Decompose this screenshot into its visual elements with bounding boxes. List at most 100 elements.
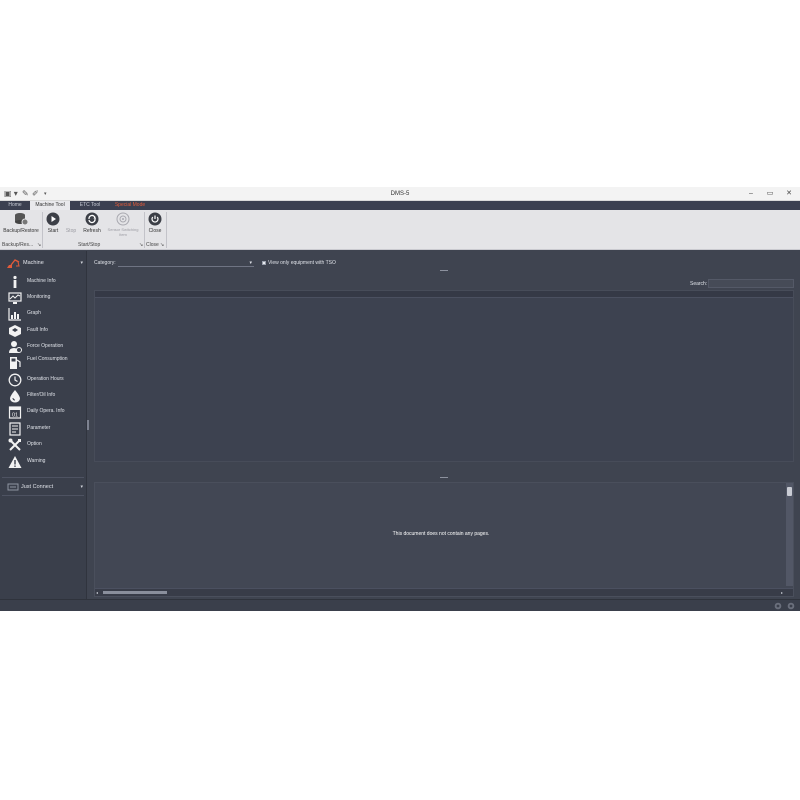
sidebar-item-daily-opera-info[interactable]: 01 Daily Opera. Info	[0, 404, 86, 420]
scrollbar-thumb[interactable]	[787, 487, 792, 496]
start-button[interactable]: Start	[44, 212, 62, 234]
sidebar-item-operation-hours[interactable]: Operation Hours	[0, 372, 86, 388]
sidebar-item-warning[interactable]: Warning	[0, 454, 86, 470]
sidebar-item-label: Monitoring	[27, 294, 51, 300]
sidebar-item-label: Fuel Consumption	[27, 356, 68, 362]
category-select[interactable]: ▾	[118, 259, 254, 267]
group-label-backup: Backup/Res...	[2, 242, 34, 248]
app-window: ▣ ▾ ✎ ✐ ▾ DMS-5 – ▭ ✕ Home Machine Tool …	[0, 187, 800, 611]
warning-icon	[8, 456, 22, 468]
close-window-button[interactable]: ✕	[782, 189, 796, 199]
document-viewer[interactable]: This document does not contain any pages…	[94, 482, 794, 597]
force-operation-icon	[9, 341, 22, 353]
info-icon	[13, 275, 17, 288]
tso-checkbox[interactable]	[262, 261, 266, 265]
svg-text:01: 01	[12, 413, 18, 419]
tab-machine-tool[interactable]: Machine Tool	[30, 201, 70, 210]
database-backup-icon	[15, 213, 28, 226]
sidebar-item-label: Graph	[27, 310, 41, 316]
sidebar-item-label: Fault Info	[27, 327, 48, 333]
backup-restore-label: Backup/Restore	[3, 228, 39, 234]
category-label: Category:	[94, 260, 116, 266]
sidebar-item-parameter[interactable]: Parameter	[0, 421, 86, 437]
machine-group-label: Machine	[23, 260, 44, 266]
refresh-button[interactable]: Refresh	[81, 212, 103, 234]
settings-status-icon[interactable]	[774, 602, 782, 610]
just-connect-group-header[interactable]: Just Connect ▾	[2, 481, 85, 493]
tso-checkbox-label: View only equipment with TSO	[268, 260, 336, 266]
sidebar-item-filter-oil-info[interactable]: Filter/Oil Info	[0, 388, 86, 404]
sidebar-item-label: Option	[27, 441, 42, 447]
title-bar: ▣ ▾ ✎ ✐ ▾ DMS-5 – ▭ ✕	[0, 187, 800, 201]
panel-resize-handle[interactable]	[440, 477, 448, 478]
group-launcher-icon[interactable]: ↘	[139, 242, 143, 248]
group-separator	[42, 212, 43, 248]
window-title: DMS-5	[390, 191, 410, 197]
sensor-switching-button[interactable]: Sensor Switching Item	[104, 212, 142, 237]
sidebar-item-monitoring[interactable]: Monitoring	[0, 290, 86, 306]
power-icon	[148, 212, 162, 226]
scroll-left-icon[interactable]: ◂	[96, 590, 98, 596]
group-label-close: Close	[146, 242, 159, 248]
sidebar-item-option[interactable]: Option	[0, 437, 86, 453]
sidebar: Machine ▾ Machine Info Monitoring Graph …	[0, 251, 87, 599]
backup-restore-button[interactable]: Backup/Restore	[2, 212, 40, 234]
sidebar-divider	[2, 477, 84, 478]
minimize-button[interactable]: –	[744, 189, 758, 199]
sidebar-item-label: Force Operation	[27, 343, 64, 349]
grid-header	[95, 291, 793, 298]
chevron-down-icon[interactable]: ▾	[249, 259, 252, 267]
just-connect-label: Just Connect	[21, 484, 54, 490]
group-launcher-icon[interactable]: ↘	[160, 242, 164, 248]
tab-etc-tool[interactable]: ETC Tool	[74, 201, 106, 210]
sidebar-item-force-operation[interactable]: Force Operation	[0, 339, 86, 355]
refresh-label: Refresh	[83, 228, 101, 234]
search-label: Search:	[690, 281, 708, 287]
sidebar-item-label: Daily Opera. Info	[27, 408, 65, 414]
parameter-icon	[9, 422, 21, 436]
fuel-pump-icon	[10, 357, 21, 369]
equipment-grid[interactable]	[94, 290, 794, 462]
tab-home[interactable]: Home	[0, 201, 30, 210]
close-label: Close	[148, 228, 162, 234]
search-input[interactable]	[708, 279, 794, 288]
scroll-right-icon[interactable]: ▸	[781, 590, 783, 596]
sidebar-item-fault-info[interactable]: Fault Info	[0, 323, 86, 339]
help-status-icon[interactable]	[787, 602, 795, 610]
vertical-scrollbar[interactable]	[786, 483, 793, 586]
chevron-down-icon[interactable]: ▾	[80, 483, 83, 491]
sidebar-item-label: Filter/Oil Info	[27, 392, 56, 398]
ribbon-tabs: Home Machine Tool ETC Tool Special Mode	[0, 201, 800, 210]
chevron-down-icon[interactable]: ▾	[80, 259, 83, 267]
tools-icon	[8, 438, 21, 451]
group-separator	[144, 212, 145, 248]
play-icon	[46, 212, 60, 226]
sidebar-item-machine-info[interactable]: Machine Info	[0, 274, 86, 290]
machine-group-header[interactable]: Machine ▾	[2, 257, 85, 269]
clock-icon	[8, 373, 22, 387]
scrollbar-thumb[interactable]	[103, 591, 167, 594]
sidebar-splitter-handle[interactable]	[87, 420, 89, 430]
ribbon: Backup/Restore Start Stop Refresh Sensor…	[0, 210, 800, 250]
sidebar-item-label: Parameter	[27, 425, 51, 431]
fault-icon	[9, 325, 21, 337]
tab-special-mode[interactable]: Special Mode	[110, 201, 150, 210]
status-bar	[0, 599, 800, 611]
sidebar-item-graph[interactable]: Graph	[0, 306, 86, 322]
sidebar-item-fuel-consumption[interactable]: Fuel Consumption	[0, 355, 86, 371]
stop-icon	[64, 212, 78, 226]
maximize-button[interactable]: ▭	[763, 189, 777, 199]
sensor-switching-label: Sensor Switching Item	[107, 227, 139, 237]
refresh-icon	[85, 212, 99, 226]
stop-button[interactable]: Stop	[64, 212, 78, 234]
stop-label: Stop	[65, 228, 77, 234]
close-button[interactable]: Close	[146, 212, 164, 234]
panel-resize-handle[interactable]	[440, 270, 448, 271]
group-launcher-icon[interactable]: ↘	[37, 242, 41, 248]
graph-icon	[8, 308, 21, 321]
horizontal-scrollbar[interactable]: ◂ ▸	[95, 588, 793, 596]
monitoring-icon	[8, 292, 22, 304]
sidebar-item-label: Machine Info	[27, 278, 56, 284]
sidebar-divider	[2, 495, 84, 496]
main-panel: Category: ▾ View only equipment with TSO…	[90, 251, 800, 599]
